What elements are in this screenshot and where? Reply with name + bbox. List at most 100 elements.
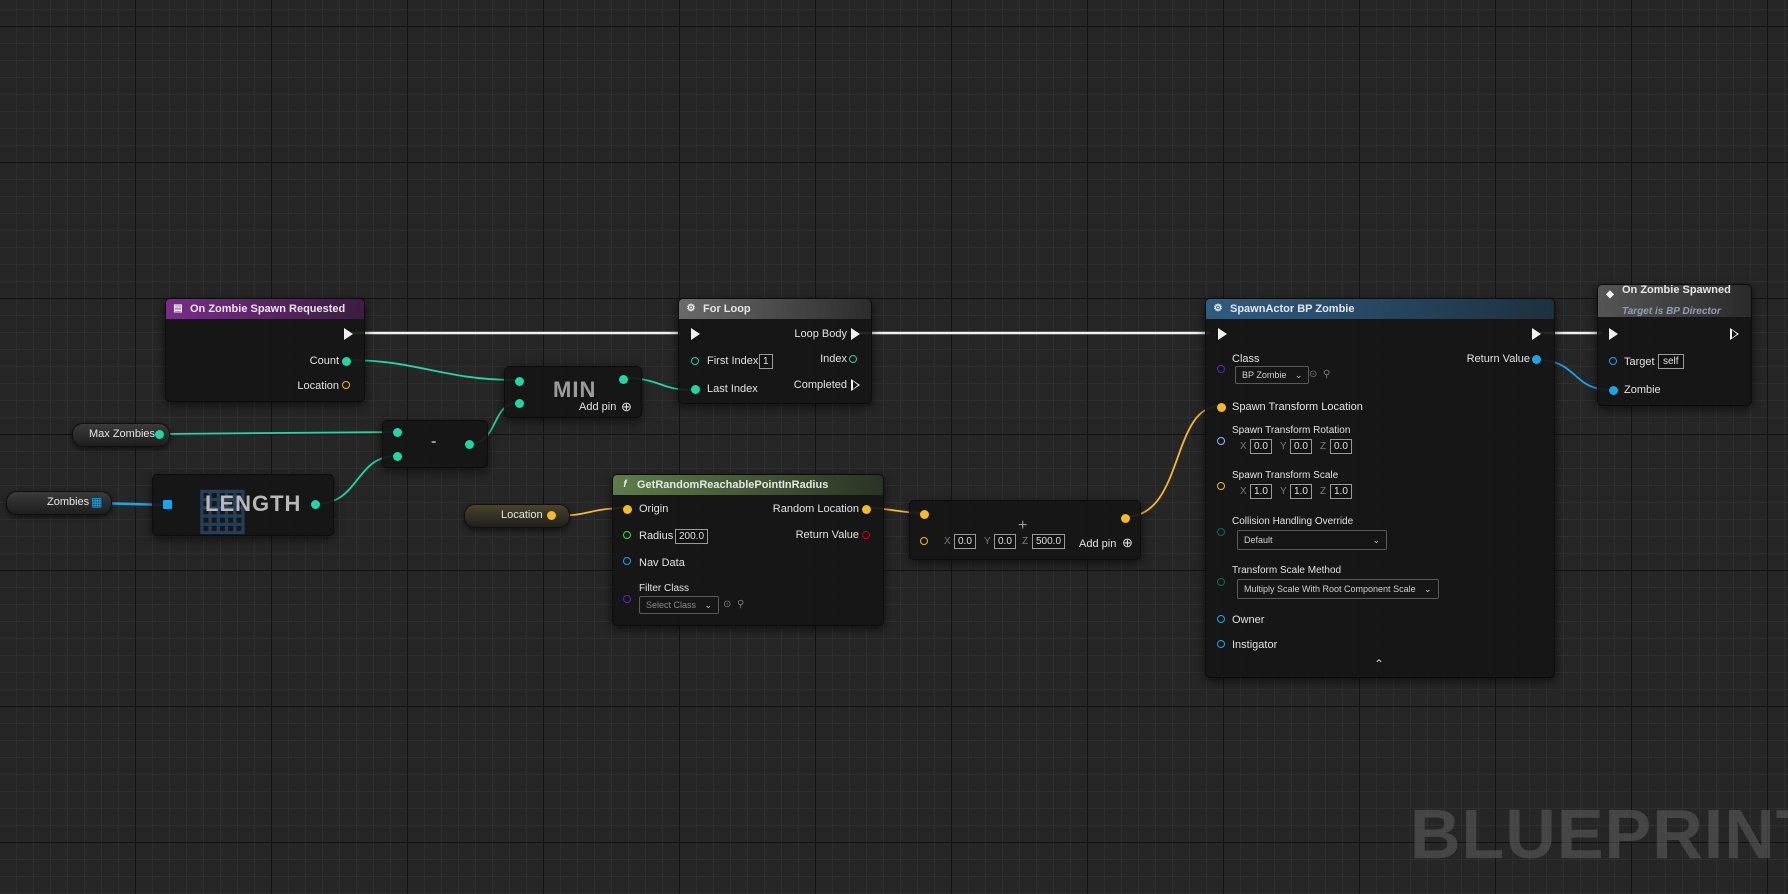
function-icon: f <box>623 479 627 490</box>
bool-pin-return-value[interactable] <box>862 531 870 539</box>
add-pin-label[interactable]: Add pin <box>1079 538 1116 550</box>
exec-out-pin[interactable] <box>1532 328 1541 340</box>
macro-node-for-loop[interactable]: ⚙ For Loop First Index 1 Last Index Loop … <box>678 298 872 404</box>
rotation-z-input[interactable]: 0.0 <box>1330 439 1352 454</box>
exec-in-pin[interactable] <box>691 328 700 340</box>
class-pin-class[interactable] <box>1217 365 1225 373</box>
add-vector-x-input[interactable]: 0.0 <box>954 534 976 549</box>
pin-label-completed: Completed <box>793 379 847 391</box>
variable-getter-location[interactable]: Location <box>464 504 570 528</box>
class-pin-filter-class[interactable] <box>623 595 631 603</box>
add-pin-icon[interactable]: ⊕ <box>621 399 632 415</box>
first-index-input[interactable]: 1 <box>759 354 773 369</box>
chevron-down-icon: ⌄ <box>704 600 713 610</box>
object-pin-nav-data[interactable] <box>623 557 631 565</box>
rotation-x-input[interactable]: 0.0 <box>1250 439 1272 454</box>
radius-input[interactable]: 200.0 <box>675 529 709 544</box>
add-vector-y-input[interactable]: 0.0 <box>994 534 1016 549</box>
scale-x-input[interactable]: 1.0 <box>1250 484 1272 499</box>
int-pin-length-out[interactable] <box>311 500 320 509</box>
object-pin-instigator[interactable] <box>1217 640 1225 648</box>
collision-value: Default <box>1244 535 1273 545</box>
int-pin-min-b[interactable] <box>515 399 524 408</box>
call-function-icon: ◆ <box>1606 289 1614 300</box>
vector-pin-spawn-scale[interactable] <box>1217 482 1225 490</box>
object-pin-target[interactable] <box>1609 357 1617 365</box>
int-pin-count[interactable] <box>342 357 351 366</box>
int-pin-min-a[interactable] <box>515 377 524 386</box>
rotation-y-input[interactable]: 0.0 <box>1290 439 1312 454</box>
class-dropdown[interactable]: BP Zombie ⌄ <box>1235 366 1310 384</box>
pin-label-radius: Radius <box>639 530 674 542</box>
pin-label-location: Location <box>297 380 339 392</box>
object-pin-owner[interactable] <box>1217 615 1225 623</box>
pin-label-return-value: Return Value <box>1466 353 1530 365</box>
array-node-length[interactable]: ▦ LENGTH <box>152 474 334 540</box>
vector-pin-random-location[interactable] <box>862 505 871 514</box>
filter-class-dropdown[interactable]: Select Class ⌄ <box>639 596 720 614</box>
vector-pin-add-a[interactable] <box>920 510 929 519</box>
target-input[interactable]: self <box>1658 354 1684 369</box>
int-wire-count-to-min <box>345 359 519 381</box>
y-axis-label: Y <box>984 536 991 547</box>
variable-getter-zombies[interactable]: Zombies ▦ <box>6 491 112 515</box>
node-header: ▤ On Zombie Spawn Requested <box>166 299 364 319</box>
exec-in-pin[interactable] <box>1218 328 1227 340</box>
function-node-get-random-reachable-point[interactable]: f GetRandomReachablePointInRadius Origin … <box>612 474 884 626</box>
variable-getter-max-zombies[interactable]: Max Zombies <box>72 423 170 447</box>
browse-search-icon[interactable]: ⚲ <box>737 599 744 610</box>
vector-pin-add-out[interactable] <box>1121 514 1130 523</box>
enum-pin-scale-method[interactable] <box>1217 578 1225 586</box>
add-pin-label[interactable]: Add pin <box>579 401 616 413</box>
event-node-on-zombie-spawn-requested[interactable]: ▤ On Zombie Spawn Requested Count Locatio… <box>165 298 365 402</box>
exec-in-pin[interactable] <box>1609 328 1618 340</box>
scale-z-input[interactable]: 1.0 <box>1330 484 1352 499</box>
math-node-add-vector[interactable]: + X 0.0 Y 0.0 Z 500.0 Add pin ⊕ <box>909 500 1141 560</box>
use-selected-icon[interactable]: ⊙ <box>723 599 731 610</box>
function-node-spawn-actor[interactable]: ⚙ SpawnActor BP Zombie Class BP Zombie ⌄ ⊙… <box>1205 298 1555 678</box>
scale-y-input[interactable]: 1.0 <box>1290 484 1312 499</box>
pin-label-scale-method: Transform Scale Method <box>1232 565 1342 576</box>
int-pin-sub-a[interactable] <box>393 428 402 437</box>
float-pin-radius[interactable] <box>623 531 631 539</box>
add-vector-z-input[interactable]: 500.0 <box>1032 534 1066 549</box>
int-pin-last-index[interactable] <box>691 385 700 394</box>
function-node-on-zombie-spawned[interactable]: ◆ On Zombie Spawned Target is BP Director … <box>1597 284 1752 406</box>
blueprint-watermark: BLUEPRINT <box>1410 795 1788 873</box>
browse-search-icon[interactable]: ⚲ <box>1323 369 1330 380</box>
int-pin-sub-out[interactable] <box>465 440 474 449</box>
object-pin-return-value[interactable] <box>1532 355 1541 364</box>
exec-out-pin[interactable] <box>344 328 353 340</box>
vector-pin-location-var[interactable] <box>547 511 556 520</box>
chevron-down-icon: ⌄ <box>1424 584 1432 594</box>
use-selected-icon[interactable]: ⊙ <box>1309 369 1317 380</box>
int-wire-maxzombies-to-sub <box>159 431 397 435</box>
exec-out-completed[interactable] <box>851 379 860 391</box>
enum-pin-collision[interactable] <box>1217 528 1225 536</box>
int-pin-first-index[interactable] <box>691 357 699 365</box>
exec-out-loop-body[interactable] <box>851 328 860 340</box>
collapse-advanced-icon[interactable]: ⌃ <box>1374 657 1384 671</box>
rotator-pin-spawn-rotation[interactable] <box>1217 437 1225 445</box>
exec-out-pin[interactable] <box>1730 328 1739 340</box>
int-pin-max-zombies[interactable] <box>155 430 164 439</box>
vector-pin-add-b[interactable] <box>920 537 928 545</box>
vector-pin-spawn-location[interactable] <box>1217 403 1226 412</box>
variable-label: Location <box>501 509 543 521</box>
math-node-subtract[interactable]: - <box>382 420 488 468</box>
scale-method-dropdown[interactable]: Multiply Scale With Root Component Scale… <box>1237 579 1439 599</box>
int-pin-sub-b[interactable] <box>393 452 402 461</box>
int-pin-index[interactable] <box>849 355 857 363</box>
vector-pin-location[interactable] <box>342 381 350 389</box>
object-pin-zombie[interactable] <box>1609 386 1618 395</box>
z-axis-label: Z <box>1320 441 1327 452</box>
int-pin-min-out[interactable] <box>619 375 628 384</box>
math-node-min[interactable]: MIN Add pin ⊕ <box>504 366 642 418</box>
event-icon: ▤ <box>173 303 183 314</box>
array-pin-zombies[interactable]: ▦ <box>91 495 102 509</box>
vector-pin-origin[interactable] <box>623 505 632 514</box>
add-pin-icon[interactable]: ⊕ <box>1122 535 1133 551</box>
collision-dropdown[interactable]: Default ⌄ <box>1237 530 1387 550</box>
pin-label-index: Index <box>820 353 847 365</box>
array-pin-target[interactable] <box>163 500 172 509</box>
